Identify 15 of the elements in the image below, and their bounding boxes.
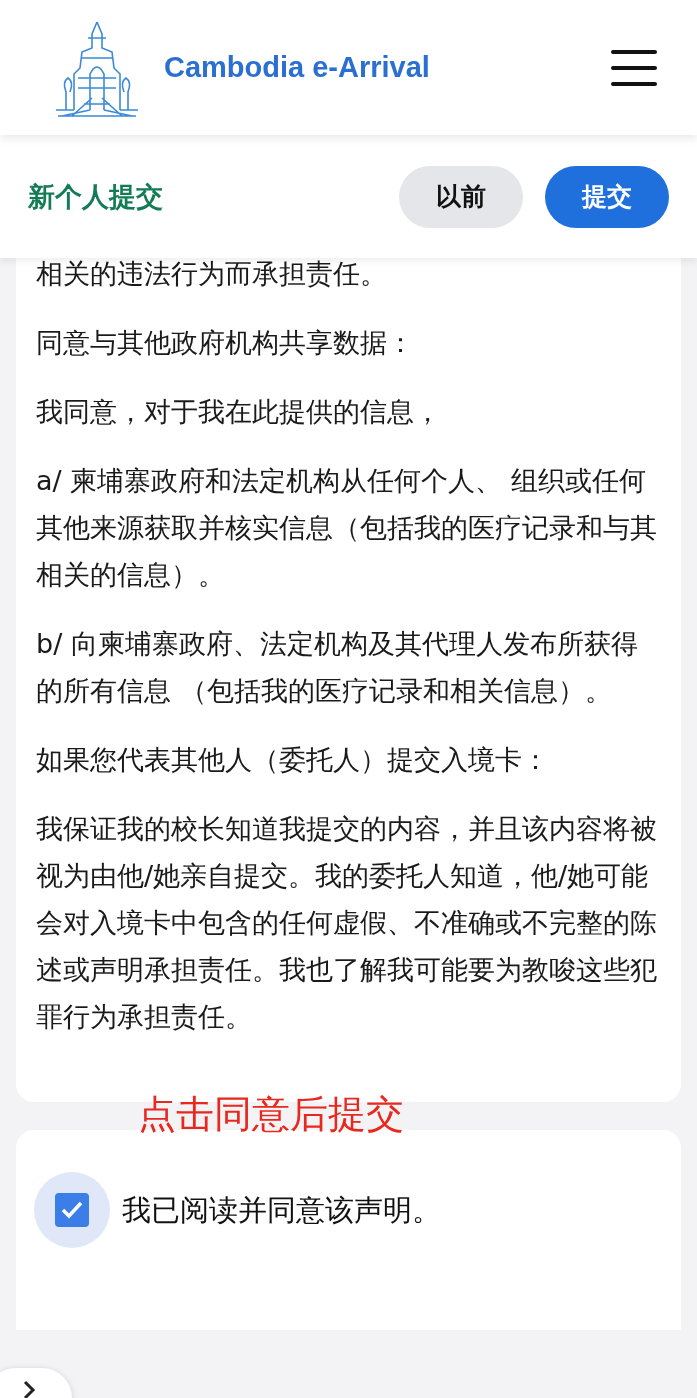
declaration-text: b/ 向柬埔寨政府、法定机构及其代理人发布所获得的所有信息 （包括我的医疗记录和相关信息）。 (36, 627, 639, 708)
declaration-text: 如果您代表其他人（委托人）提交入境卡： (36, 743, 550, 777)
annotation-text: 点击同意后提交 (138, 1091, 405, 1138)
page-title: 新个人提交 (28, 179, 164, 214)
back-button[interactable]: 以前 (399, 165, 523, 228)
declaration-text: 我保证我的校长知道我提交的内容，并且该内容将被视为由他/她亲自提交。我的委托人知道，他/她可能会对入境卡中包含的任何虚假、不准确或不完整的陈述或声明承担责任。我也了解我可能要为教唆这些犯罪行为承担责任。 (36, 812, 658, 1034)
app-title: Cambodia e-Arrival (164, 51, 431, 84)
declaration-text: 同意与其他政府机构共享数据： (36, 326, 415, 360)
declaration-text: 相关的违法行为而承担责任。 (36, 257, 388, 291)
chevron-icon (22, 1380, 36, 1398)
agreement-label: 我已阅读并同意该声明。 (122, 1192, 441, 1229)
checkmark-icon (60, 1200, 84, 1220)
declaration-text: a/ 柬埔寨政府和法定机构从任何个人、 组织或任何其他来源获取并核实信息（包括我的医疗记录和与其相关的信息）。 (36, 464, 658, 592)
declaration-text: 我同意，对于我在此提供的信息， (36, 395, 442, 429)
submit-button[interactable]: 提交 (545, 165, 669, 228)
